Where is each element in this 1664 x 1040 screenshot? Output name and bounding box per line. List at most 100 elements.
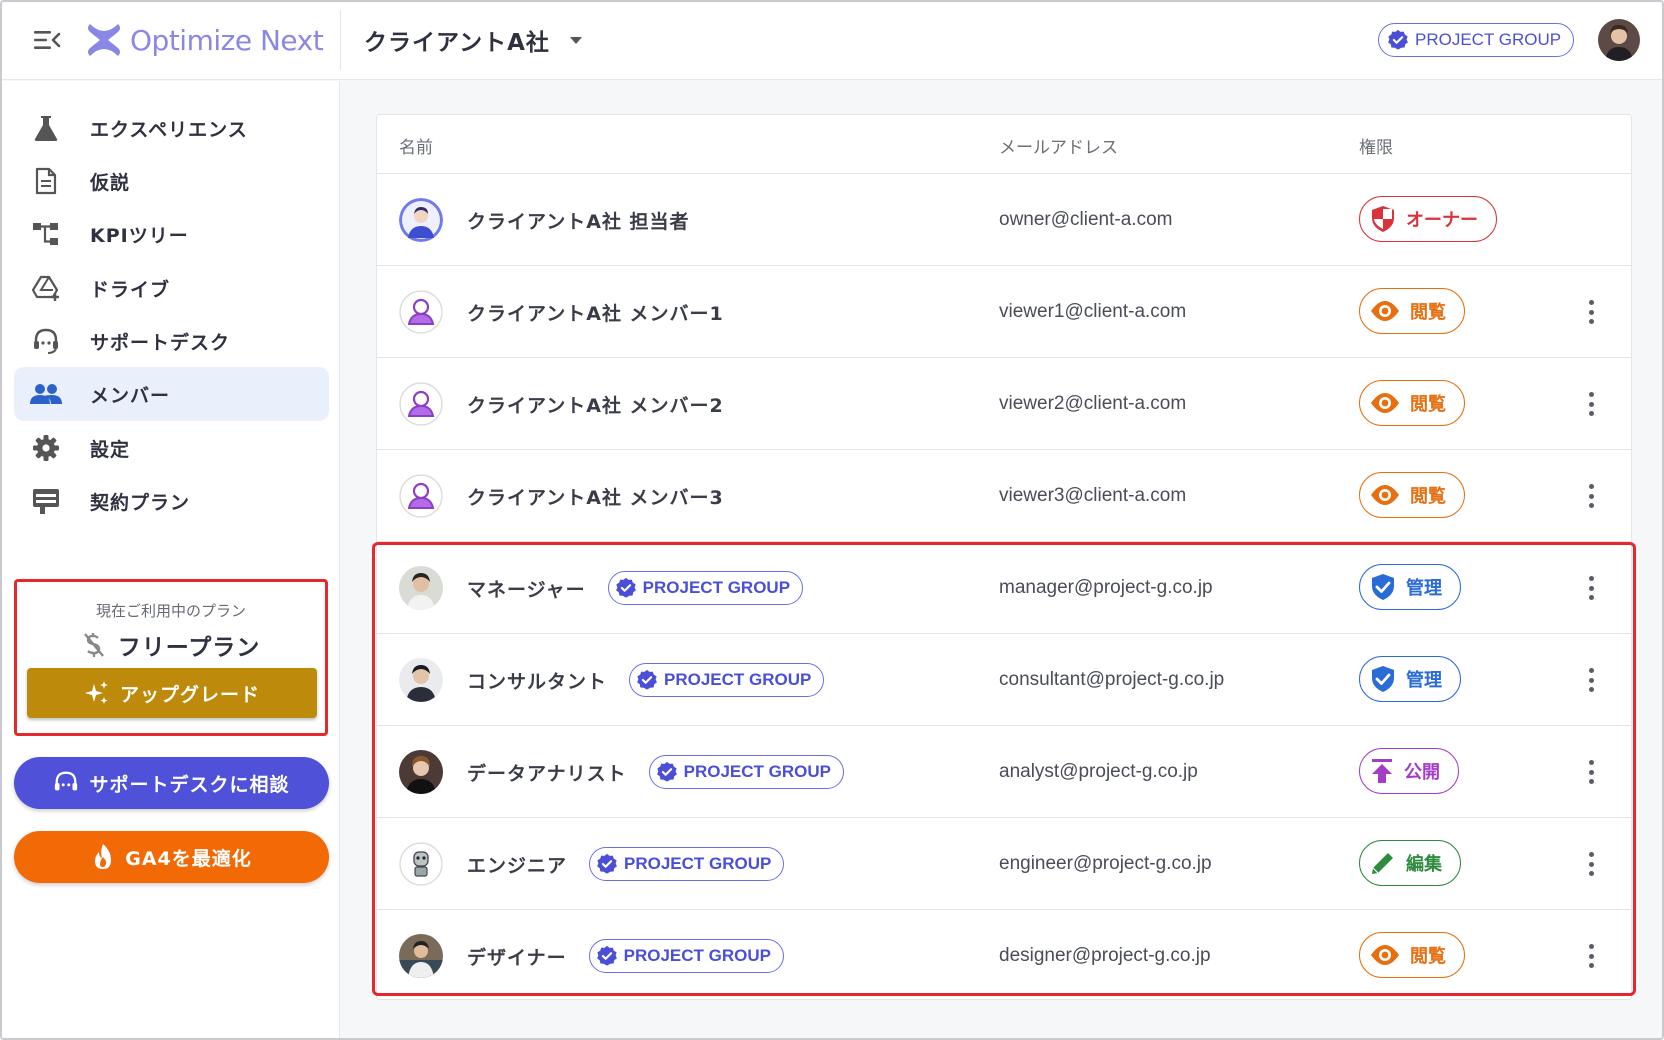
member-email: owner@client-a.com <box>999 209 1173 230</box>
project-group-badge-label: PROJECT GROUP <box>664 670 812 689</box>
plan-name-row: フリープラン <box>17 628 325 662</box>
sidebar-item-drive[interactable]: ドライブ <box>14 261 329 315</box>
verified-icon <box>615 577 636 598</box>
role-badge-edit[interactable]: 編集 <box>1359 840 1461 886</box>
more-options-icon[interactable] <box>1581 664 1601 696</box>
member-name: デザイナー <box>467 946 567 969</box>
sidebar-item-plan[interactable]: 契約プラン <box>14 474 329 528</box>
gear-icon <box>30 432 62 464</box>
member-email: consultant@project-g.co.jp <box>999 669 1225 690</box>
table-row: クライアントA社 担当者 owner@client-a.com オーナー <box>377 173 1631 265</box>
member-name-cell: マネージャー PROJECT GROUP <box>467 542 804 634</box>
more-options-icon[interactable] <box>1581 480 1601 512</box>
member-name-cell: クライアントA社 メンバー1 <box>467 266 724 358</box>
member-email: designer@project-g.co.jp <box>999 945 1211 966</box>
member-avatar <box>399 658 443 702</box>
sidebar: エクスペリエンス 仮説 KPIツリー ドライブ サポートデスク メンバー 設定 … <box>2 81 340 1038</box>
role-badge-view[interactable]: 閲覧 <box>1359 932 1465 978</box>
sidebar-item-settings[interactable]: 設定 <box>14 421 329 475</box>
ga4-optimize-button[interactable]: GA4を最適化 <box>14 831 329 883</box>
member-avatar <box>399 934 443 978</box>
more-options-icon[interactable] <box>1581 940 1601 972</box>
sidebar-item-label: 仮説 <box>90 171 131 194</box>
role-label: 編集 <box>1406 854 1442 875</box>
project-group-badge: PROJECT GROUP <box>629 663 825 697</box>
role-label: 管理 <box>1406 578 1442 599</box>
column-header-email: メールアドレス <box>999 138 1118 158</box>
member-name: コンサルタント <box>467 670 608 693</box>
role-badge-owner: オーナー <box>1359 196 1497 242</box>
support-desk-button-label: サポートデスクに相談 <box>89 773 290 796</box>
shield-check-icon <box>1370 665 1396 693</box>
more-options-icon[interactable] <box>1581 388 1601 420</box>
members-table: 名前 メールアドレス 権限 クライアントA社 担当者 owner@client-a… <box>376 114 1632 1000</box>
plan-icon <box>30 485 62 517</box>
people-icon <box>30 378 62 410</box>
sidebar-item-support-desk[interactable]: サポートデスク <box>14 314 329 368</box>
member-avatar <box>399 290 443 334</box>
role-badge-view[interactable]: 閲覧 <box>1359 472 1465 518</box>
member-email: viewer1@client-a.com <box>999 301 1187 322</box>
role-label: 閲覧 <box>1410 302 1446 323</box>
shield-check-icon <box>1370 573 1396 601</box>
table-row: マネージャー PROJECT GROUP manager@project-g.co.… <box>377 541 1631 633</box>
role-badge-publish[interactable]: 公開 <box>1359 748 1459 794</box>
member-email: manager@project-g.co.jp <box>999 577 1213 598</box>
client-selector[interactable]: クライアントA社 <box>364 22 582 58</box>
role-badge-admin[interactable]: 管理 <box>1359 656 1461 702</box>
project-group-badge: PROJECT GROUP <box>1378 23 1575 57</box>
sidebar-item-kpi-tree[interactable]: KPIツリー <box>14 207 329 261</box>
member-name: クライアントA社 メンバー3 <box>467 486 724 509</box>
logo-text: Optimize Next <box>130 23 324 57</box>
app-logo[interactable]: Optimize Next <box>84 18 324 62</box>
project-group-badge-label: PROJECT GROUP <box>1415 30 1562 49</box>
ga4-optimize-button-label: GA4を最適化 <box>125 847 252 870</box>
member-avatar <box>399 474 443 518</box>
eye-icon <box>1370 392 1400 414</box>
role-label: 公開 <box>1404 762 1440 783</box>
table-row: データアナリスト PROJECT GROUP analyst@project-g.c… <box>377 725 1631 817</box>
role-badge-view[interactable]: 閲覧 <box>1359 380 1465 426</box>
verified-icon <box>597 853 617 874</box>
sidebar-item-hypothesis[interactable]: 仮説 <box>14 154 329 208</box>
member-email: viewer3@client-a.com <box>999 485 1187 506</box>
role-badge-admin[interactable]: 管理 <box>1359 564 1461 610</box>
more-options-icon[interactable] <box>1581 848 1601 880</box>
verified-icon <box>637 669 657 690</box>
menu-collapse-icon[interactable] <box>32 28 62 52</box>
member-name: データアナリスト <box>467 762 627 785</box>
table-row: デザイナー PROJECT GROUP designer@project-g.co.… <box>377 909 1631 1001</box>
sidebar-item-label: ドライブ <box>90 278 171 301</box>
upgrade-button-label: アップグレード <box>119 683 260 706</box>
member-name-cell: クライアントA社 メンバー2 <box>467 358 724 450</box>
member-name: クライアントA社 担当者 <box>467 210 690 233</box>
upgrade-button[interactable]: アップグレード <box>27 668 317 718</box>
member-avatar <box>399 382 443 426</box>
member-avatar <box>399 750 443 794</box>
project-group-badge-label: PROJECT GROUP <box>683 762 831 781</box>
member-name: クライアントA社 メンバー1 <box>467 302 724 325</box>
member-name: マネージャー <box>467 578 586 601</box>
user-avatar[interactable] <box>1598 19 1640 61</box>
upload-icon <box>1370 758 1394 784</box>
table-row: クライアントA社 メンバー2 viewer2@client-a.com 閲覧 <box>377 357 1631 449</box>
member-email: engineer@project-g.co.jp <box>999 853 1212 874</box>
member-name-cell: エンジニア PROJECT GROUP <box>467 818 785 910</box>
role-badge-view[interactable]: 閲覧 <box>1359 288 1465 334</box>
member-name: クライアントA社 メンバー2 <box>467 394 724 417</box>
more-options-icon[interactable] <box>1581 756 1601 788</box>
headset-icon <box>55 771 78 791</box>
more-options-icon[interactable] <box>1581 572 1601 604</box>
sidebar-item-experience[interactable]: エクスペリエンス <box>14 101 329 155</box>
verified-icon <box>1388 29 1408 50</box>
table-row: クライアントA社 メンバー1 viewer1@client-a.com 閲覧 <box>377 265 1631 357</box>
support-desk-button[interactable]: サポートデスクに相談 <box>14 757 329 809</box>
sidebar-item-label: 設定 <box>90 438 131 461</box>
eye-icon <box>1370 944 1400 966</box>
sidebar-item-members[interactable]: メンバー <box>14 367 329 421</box>
role-label: 管理 <box>1406 670 1442 691</box>
header-divider <box>340 10 341 70</box>
more-options-icon[interactable] <box>1581 296 1601 328</box>
top-bar: Optimize Next クライアントA社 PROJECT GROUP <box>2 2 1662 80</box>
member-email: viewer2@client-a.com <box>999 393 1187 414</box>
